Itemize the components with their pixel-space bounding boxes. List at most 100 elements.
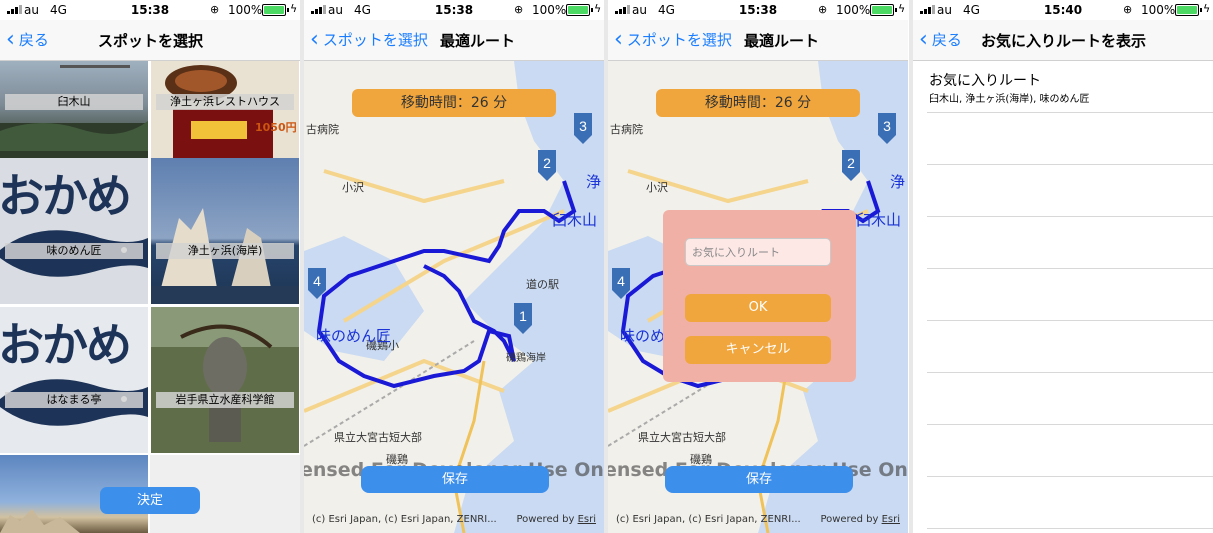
- nav-bar: ‹ スポットを選択 最適ルート: [608, 20, 908, 61]
- list-divider: [927, 216, 1213, 217]
- map-label-college: 県立大宮古短大部: [334, 431, 422, 444]
- map-label-ozawa: 小沢: [646, 181, 668, 194]
- travel-time-badge: 移動時間：26 分: [656, 89, 860, 117]
- powered-by: Powered by Esri: [516, 514, 596, 525]
- map-label-menshou: 味のめん匠: [316, 327, 392, 345]
- chevron-left-icon: ‹: [310, 26, 319, 52]
- svg-text:2: 2: [543, 155, 551, 171]
- list-divider: [927, 112, 1213, 113]
- charging-icon: ϟ: [898, 2, 906, 15]
- back-button[interactable]: ‹ 戻る: [919, 26, 962, 52]
- save-button[interactable]: 保存: [665, 466, 853, 493]
- route-pin-1[interactable]: 1: [512, 301, 534, 335]
- screen-favorite-routes: au 4G 15:40 ⊕ 100% ϟ ‹ 戻る お気に入りルートを表示 お気に…: [913, 0, 1213, 533]
- spot-photo: [151, 208, 299, 304]
- screen-optimal-route: au 4G 15:38 ⊕ 100% ϟ ‹ スポットを選択 最適ルート 移動時間…: [304, 0, 604, 533]
- favorite-spots: 臼木山, 浄土ヶ浜(海岸), 味のめん匠: [929, 94, 1090, 105]
- list-divider: [927, 424, 1213, 425]
- map-label-jodo: 浄: [586, 173, 602, 191]
- decide-button[interactable]: 決定: [100, 487, 200, 514]
- map-label-ozawa: 小沢: [342, 181, 364, 194]
- map-label-isokei-coast: 磯鶏海岸: [506, 353, 546, 364]
- svg-text:2: 2: [847, 155, 855, 171]
- svg-text:3: 3: [579, 118, 587, 134]
- spot-label: 味のめん匠: [5, 243, 143, 259]
- battery-percent: 100%: [836, 3, 871, 17]
- map-label-college: 県立大宮古短大部: [638, 431, 726, 444]
- chevron-left-icon: ‹: [614, 26, 623, 52]
- route-pin-4[interactable]: 4: [610, 266, 632, 300]
- page-title: 最適ルート: [440, 32, 516, 50]
- route-map[interactable]: 移動時間：26 分 古病院 小沢 道の駅 磯鶏小 磯鶏海岸 県立大宮古短大部 磯…: [304, 61, 604, 533]
- list-divider: [927, 164, 1213, 165]
- screen-spot-select: au 4G 15:38 ⊕ 100% ϟ ‹ 戻る スポットを選択 臼木山 浄土ヶ…: [0, 0, 300, 533]
- map-label-usukiyama: 臼木山: [856, 211, 902, 229]
- rotation-lock-icon: ⊕: [210, 3, 220, 16]
- route-pin-3[interactable]: 3: [572, 111, 594, 145]
- route-pin-2[interactable]: 2: [536, 148, 558, 182]
- list-divider: [927, 320, 1213, 321]
- powered-by: Powered by Esri: [820, 514, 900, 525]
- route-pin-4[interactable]: 4: [306, 266, 328, 300]
- map-label-hospital: 古病院: [306, 123, 339, 136]
- page-title: お気に入りルートを表示: [981, 32, 1147, 50]
- battery-icon: [566, 4, 593, 16]
- chevron-left-icon: ‹: [919, 26, 928, 52]
- status-bar: au 4G 15:38 ⊕ 100% ϟ: [304, 0, 604, 20]
- svg-text:4: 4: [313, 273, 321, 289]
- list-divider: [927, 268, 1213, 269]
- svg-text:3: 3: [883, 118, 891, 134]
- status-bar: au 4G 15:38 ⊕ 100% ϟ: [608, 0, 908, 20]
- esri-link[interactable]: Esri: [578, 514, 596, 525]
- travel-time-badge: 移動時間：26 分: [352, 89, 556, 117]
- map-attribution: (c) Esri Japan, (c) Esri Japan, ZENRI...: [312, 514, 497, 525]
- spot-photo: [151, 307, 299, 453]
- cancel-button[interactable]: キャンセル: [685, 336, 831, 364]
- nav-bar: ‹ スポットを選択 最適ルート: [304, 20, 604, 61]
- ok-button[interactable]: OK: [685, 294, 831, 322]
- charging-icon: ϟ: [290, 2, 298, 15]
- back-button[interactable]: ‹ スポットを選択: [614, 26, 732, 52]
- favorite-title: お気に入りルート: [929, 73, 1041, 89]
- map-label-jodo: 浄: [890, 173, 906, 191]
- charging-icon: ϟ: [594, 2, 602, 15]
- battery-percent: 100%: [532, 3, 567, 17]
- save-favorite-dialog: お気に入りルート OK キャンセル: [663, 210, 856, 382]
- spot-tile[interactable]: 浄土ヶ浜(海岸): [151, 158, 299, 304]
- list-divider: [927, 476, 1213, 477]
- map-label-hospital: 古病院: [610, 123, 643, 136]
- battery-icon: [870, 4, 897, 16]
- spot-tile[interactable]: おかめ はなまる亭: [0, 307, 148, 453]
- route-pin-2[interactable]: 2: [840, 148, 862, 182]
- spot-tile[interactable]: おかめ 味のめん匠: [0, 158, 148, 304]
- save-button[interactable]: 保存: [361, 466, 549, 493]
- battery-percent: 100%: [1141, 3, 1176, 17]
- spot-tile[interactable]: 岩手県立水産科学館: [151, 307, 299, 453]
- route-pin-3[interactable]: 3: [876, 111, 898, 145]
- charging-icon: ϟ: [1203, 2, 1211, 15]
- list-divider: [927, 528, 1213, 529]
- spot-label: 浄土ヶ浜(海岸): [156, 243, 294, 259]
- svg-text:1: 1: [519, 308, 527, 324]
- back-button[interactable]: ‹ 戻る: [6, 28, 49, 50]
- map-attribution: (c) Esri Japan, (c) Esri Japan, ZENRI...: [616, 514, 801, 525]
- rotation-lock-icon: ⊕: [514, 3, 524, 16]
- fish-logo: [0, 379, 148, 426]
- back-button[interactable]: ‹ スポットを選択: [310, 26, 428, 52]
- esri-link[interactable]: Esri: [882, 514, 900, 525]
- status-bar: au 4G 15:40 ⊕ 100% ϟ: [913, 0, 1213, 20]
- fish-logo: [0, 230, 148, 277]
- spot-label: 岩手県立水産科学館: [156, 392, 294, 408]
- battery-icon: [262, 4, 289, 16]
- page-title: 最適ルート: [744, 32, 820, 50]
- map-label-usukiyama: 臼木山: [552, 211, 598, 229]
- battery-icon: [1175, 4, 1202, 16]
- svg-text:4: 4: [617, 273, 625, 289]
- page-title: スポットを選択: [98, 32, 204, 50]
- screen-optimal-route-dialog: au 4G 15:38 ⊕ 100% ϟ ‹ スポットを選択 最適ルート 移動時間…: [608, 0, 908, 533]
- map-label-michinoeki: 道の駅: [526, 278, 559, 291]
- battery-percent: 100%: [228, 3, 263, 17]
- favorite-name-input[interactable]: お気に入りルート: [685, 238, 831, 266]
- nav-bar: ‹ 戻る お気に入りルートを表示: [913, 20, 1213, 61]
- nav-bar: ‹ 戻る スポットを選択: [0, 20, 300, 61]
